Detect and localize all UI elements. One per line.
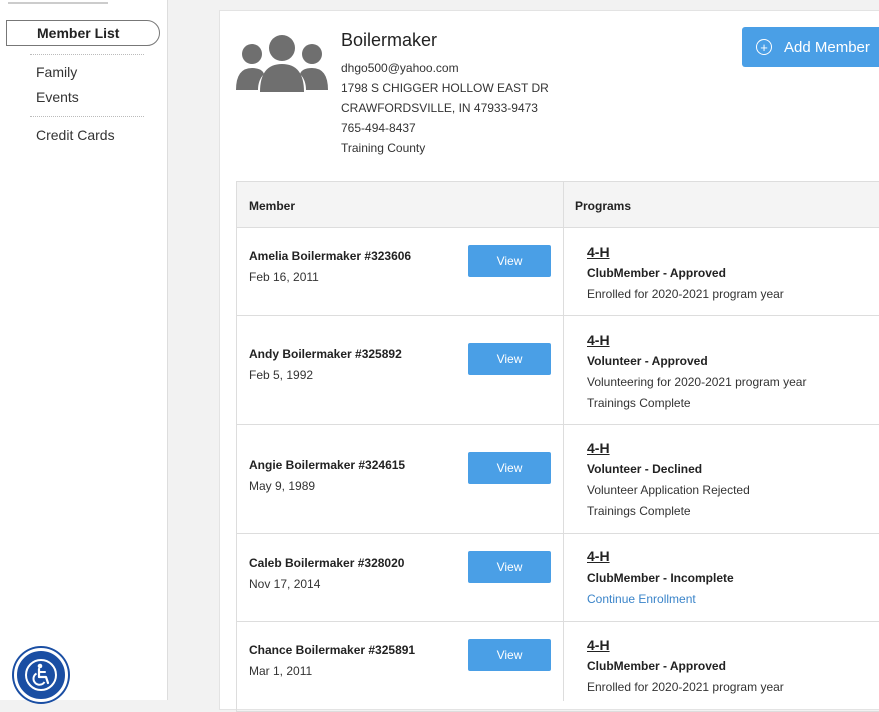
member-name: Amelia Boilermaker #323606 (249, 249, 412, 263)
program-status: ClubMember - Incomplete (587, 571, 734, 585)
member-birthdate: Mar 1, 2011 (249, 664, 313, 678)
table-row: Amelia Boilermaker #323606 Feb 16, 2011 … (236, 228, 879, 316)
view-button[interactable]: View (468, 245, 551, 277)
divider (30, 54, 144, 55)
program-trainings: Trainings Complete (587, 504, 691, 518)
view-button[interactable]: View (468, 551, 551, 583)
plus-circle-icon: + (756, 39, 772, 55)
group-avatar-icon (236, 35, 328, 92)
accessibility-icon (25, 659, 57, 691)
view-button[interactable]: View (468, 639, 551, 671)
sidebar: Member List Family Events Credit Cards (0, 0, 168, 700)
continue-enrollment-link[interactable]: Continue Enrollment (587, 592, 696, 606)
add-member-label: Add Member (784, 38, 870, 56)
table-row: Andy Boilermaker #325892 Feb 5, 1992 Vie… (236, 316, 879, 425)
sidebar-item-member-list[interactable]: Member List (6, 20, 160, 46)
program-link[interactable]: 4-H (587, 244, 610, 260)
member-name: Caleb Boilermaker #328020 (249, 556, 405, 570)
family-county: Training County (341, 141, 426, 155)
divider (30, 116, 144, 117)
table-header: Member Programs (237, 182, 879, 228)
header-member: Member (249, 199, 296, 213)
sidebar-item-events[interactable]: Events (36, 89, 79, 105)
view-button[interactable]: View (468, 343, 551, 375)
add-member-button[interactable]: + Add Member (742, 27, 879, 67)
member-birthdate: Nov 17, 2014 (249, 577, 321, 591)
program-detail: Enrolled for 2020-2021 program year (587, 287, 784, 301)
table-row: Caleb Boilermaker #328020 Nov 17, 2014 V… (236, 534, 879, 622)
member-birthdate: May 9, 1989 (249, 479, 316, 493)
program-link[interactable]: 4-H (587, 548, 610, 564)
member-birthdate: Feb 5, 1992 (249, 368, 314, 382)
program-link[interactable]: 4-H (587, 332, 610, 348)
member-name: Andy Boilermaker #325892 (249, 347, 402, 361)
program-trainings: Trainings Complete (587, 396, 691, 410)
program-link[interactable]: 4-H (587, 637, 610, 653)
family-name: Boilermaker (341, 30, 438, 50)
program-status: ClubMember - Approved (587, 659, 726, 673)
view-button[interactable]: View (468, 452, 551, 484)
program-detail: Volunteer Application Rejected (587, 483, 750, 497)
accessibility-button[interactable] (14, 648, 68, 702)
program-status: Volunteer - Approved (587, 354, 708, 368)
program-link[interactable]: 4-H (587, 440, 610, 456)
sidebar-item-credit-cards[interactable]: Credit Cards (36, 127, 115, 143)
member-birthdate: Feb 16, 2011 (249, 270, 319, 284)
program-status: Volunteer - Declined (587, 462, 703, 476)
family-phone: 765-494-8437 (341, 121, 416, 135)
members-table: Member Programs (236, 181, 879, 228)
member-name: Chance Boilermaker #325891 (249, 643, 416, 657)
logo-strip (8, 2, 108, 4)
table-row: Angie Boilermaker #324615 May 9, 1989 Vi… (236, 425, 879, 534)
family-email: dhgo500@yahoo.com (341, 61, 459, 75)
program-status: ClubMember - Approved (587, 266, 726, 280)
sidebar-item-family[interactable]: Family (36, 64, 77, 80)
program-detail: Enrolled for 2020-2021 program year (587, 680, 784, 694)
family-address-line2: CRAWFORDSVILLE, IN 47933-9473 (341, 101, 538, 115)
table-row: Chance Boilermaker #325891 Mar 1, 2011 V… (236, 622, 879, 712)
header-programs: Programs (575, 199, 632, 213)
member-name: Angie Boilermaker #324615 (249, 458, 406, 472)
program-detail: Volunteering for 2020-2021 program year (587, 375, 807, 389)
family-address-line1: 1798 S CHIGGER HOLLOW EAST DR (341, 81, 549, 95)
